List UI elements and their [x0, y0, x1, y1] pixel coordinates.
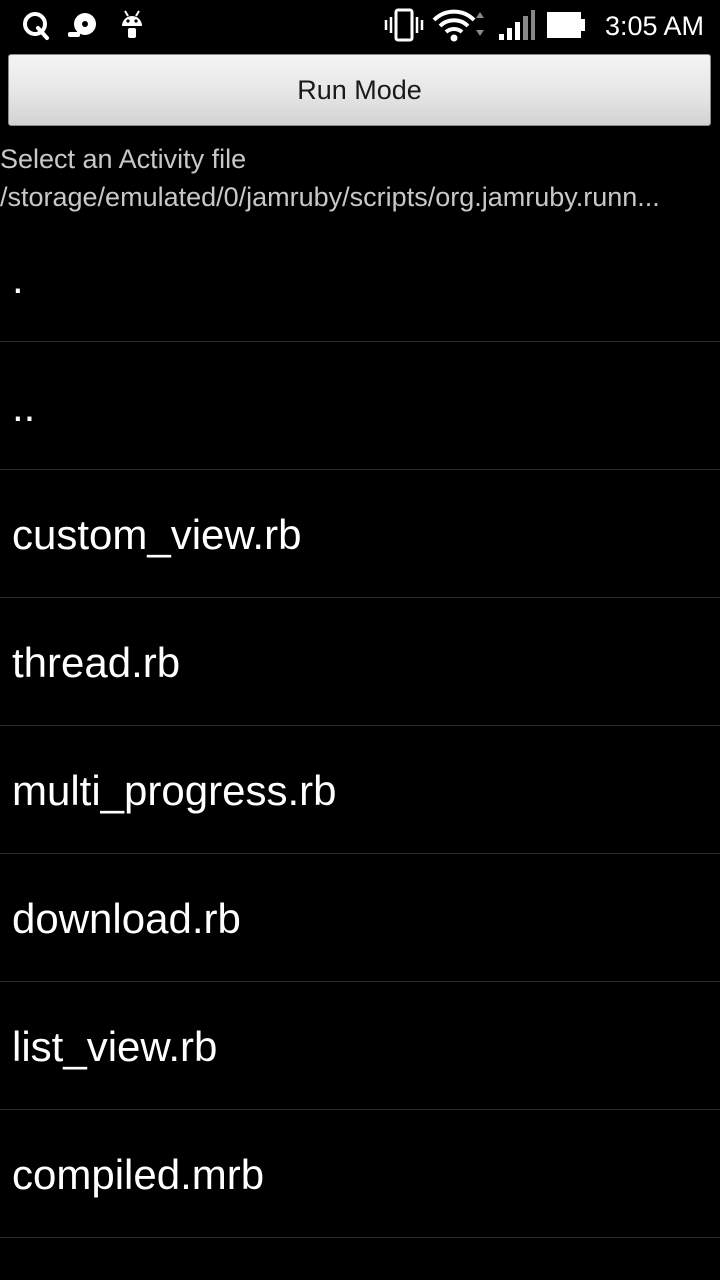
- media-player-icon: [68, 13, 96, 37]
- file-chooser-header: Select an Activity file /storage/emulate…: [0, 140, 720, 216]
- file-name: list_view.rb: [12, 1022, 218, 1070]
- list-item[interactable]: compiled.mrb: [0, 1110, 720, 1238]
- cell-signal-icon: [499, 10, 535, 40]
- run-mode-label: Run Mode: [297, 74, 422, 105]
- android-debug-icon: [122, 10, 142, 38]
- q-app-icon: [23, 12, 49, 40]
- list-item[interactable]: .: [0, 214, 720, 342]
- file-name: compiled.mrb: [12, 1150, 265, 1198]
- file-name: .: [12, 254, 24, 302]
- current-path: /storage/emulated/0/jamruby/scripts/org.…: [0, 182, 660, 212]
- file-name: custom_view.rb: [12, 510, 302, 558]
- file-name: download.rb: [12, 894, 241, 942]
- file-list: . .. custom_view.rb thread.rb multi_prog…: [0, 214, 720, 1238]
- run-mode-button[interactable]: Run Mode: [8, 54, 711, 126]
- battery-icon: [547, 12, 585, 38]
- file-name: thread.rb: [12, 638, 181, 686]
- list-item[interactable]: custom_view.rb: [0, 470, 720, 598]
- list-item[interactable]: thread.rb: [0, 598, 720, 726]
- file-name: ..: [12, 382, 36, 430]
- list-item[interactable]: list_view.rb: [0, 982, 720, 1110]
- list-item[interactable]: multi_progress.rb: [0, 726, 720, 854]
- status-time: 3:05 AM: [604, 11, 704, 41]
- screen: 3:05 AM Run Mode Select an Activity file…: [0, 0, 720, 1280]
- status-bar: 3:05 AM: [0, 0, 720, 50]
- file-name: multi_progress.rb: [12, 766, 337, 814]
- list-item[interactable]: download.rb: [0, 854, 720, 982]
- vibrate-icon: [384, 8, 424, 42]
- wifi-icon: [432, 9, 484, 42]
- list-item[interactable]: ..: [0, 342, 720, 470]
- select-activity-prompt: Select an Activity file: [0, 144, 247, 174]
